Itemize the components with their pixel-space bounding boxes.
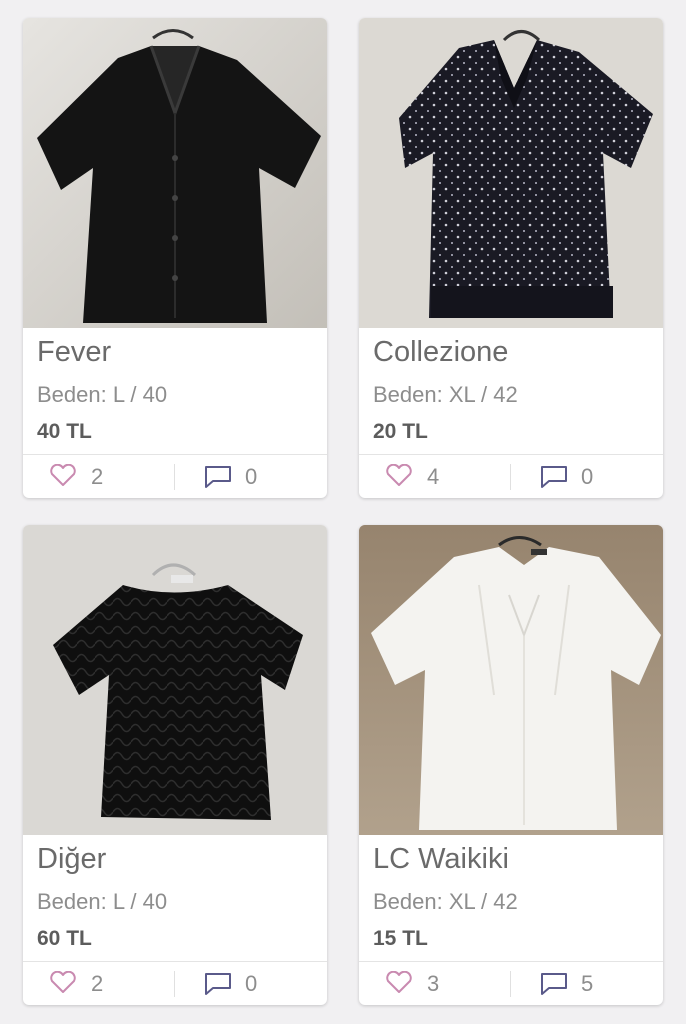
comment-count: 0 bbox=[245, 971, 258, 996]
comment-button[interactable]: 0 bbox=[511, 455, 663, 498]
heart-icon bbox=[50, 971, 76, 993]
product-card[interactable]: Collezione Beden: XL / 42 20 TL 4 0 bbox=[359, 18, 663, 498]
product-info: Diğer Beden: L / 40 60 TL bbox=[23, 835, 327, 961]
comment-icon bbox=[541, 973, 567, 995]
comment-button[interactable]: 0 bbox=[175, 962, 327, 1005]
product-card[interactable]: LC Waikiki Beden: XL / 42 15 TL 3 5 bbox=[359, 525, 663, 1005]
heart-icon bbox=[386, 464, 412, 486]
like-button[interactable]: 3 bbox=[359, 962, 511, 1005]
card-actions: 2 0 bbox=[23, 961, 327, 1005]
like-count: 3 bbox=[427, 971, 440, 996]
comment-icon bbox=[205, 973, 231, 995]
comment-icon bbox=[541, 466, 567, 488]
product-card[interactable]: Fever Beden: L / 40 40 TL 2 0 bbox=[23, 18, 327, 498]
comment-count: 5 bbox=[581, 971, 594, 996]
like-count: 2 bbox=[91, 464, 104, 489]
product-card[interactable]: Diğer Beden: L / 40 60 TL 2 0 bbox=[23, 525, 327, 1005]
price-label: 60 TL bbox=[37, 927, 92, 950]
product-photo[interactable] bbox=[23, 18, 327, 328]
product-info: Collezione Beden: XL / 42 20 TL bbox=[359, 328, 663, 454]
size-label: Beden: XL / 42 bbox=[373, 889, 518, 914]
like-button[interactable]: 2 bbox=[23, 455, 175, 498]
size-label: Beden: L / 40 bbox=[37, 382, 168, 407]
brand-name: Collezione bbox=[373, 336, 509, 368]
like-button[interactable]: 2 bbox=[23, 962, 175, 1005]
size-label: Beden: XL / 42 bbox=[373, 382, 518, 407]
price-label: 15 TL bbox=[373, 927, 428, 950]
card-actions: 2 0 bbox=[23, 454, 327, 498]
price-label: 20 TL bbox=[373, 420, 428, 443]
price-label: 40 TL bbox=[37, 420, 92, 443]
like-count: 2 bbox=[91, 971, 104, 996]
product-info: Fever Beden: L / 40 40 TL bbox=[23, 328, 327, 454]
heart-icon bbox=[386, 971, 412, 993]
like-button[interactable]: 4 bbox=[359, 455, 511, 498]
like-count: 4 bbox=[427, 464, 440, 489]
heart-icon bbox=[50, 464, 76, 486]
product-photo[interactable] bbox=[359, 18, 663, 328]
comment-button[interactable]: 0 bbox=[175, 455, 327, 498]
card-actions: 3 5 bbox=[359, 961, 663, 1005]
product-photo[interactable] bbox=[23, 525, 327, 835]
comment-count: 0 bbox=[245, 464, 258, 489]
product-photo[interactable] bbox=[359, 525, 663, 835]
brand-name: LC Waikiki bbox=[373, 843, 509, 875]
brand-name: Diğer bbox=[37, 843, 107, 875]
brand-name: Fever bbox=[37, 336, 112, 368]
size-label: Beden: L / 40 bbox=[37, 889, 168, 914]
card-actions: 4 0 bbox=[359, 454, 663, 498]
product-grid: Fever Beden: L / 40 40 TL 2 0 Collezione… bbox=[0, 0, 686, 1024]
comment-icon bbox=[205, 466, 231, 488]
comment-count: 0 bbox=[581, 464, 594, 489]
comment-button[interactable]: 5 bbox=[511, 962, 663, 1005]
product-info: LC Waikiki Beden: XL / 42 15 TL bbox=[359, 835, 663, 961]
